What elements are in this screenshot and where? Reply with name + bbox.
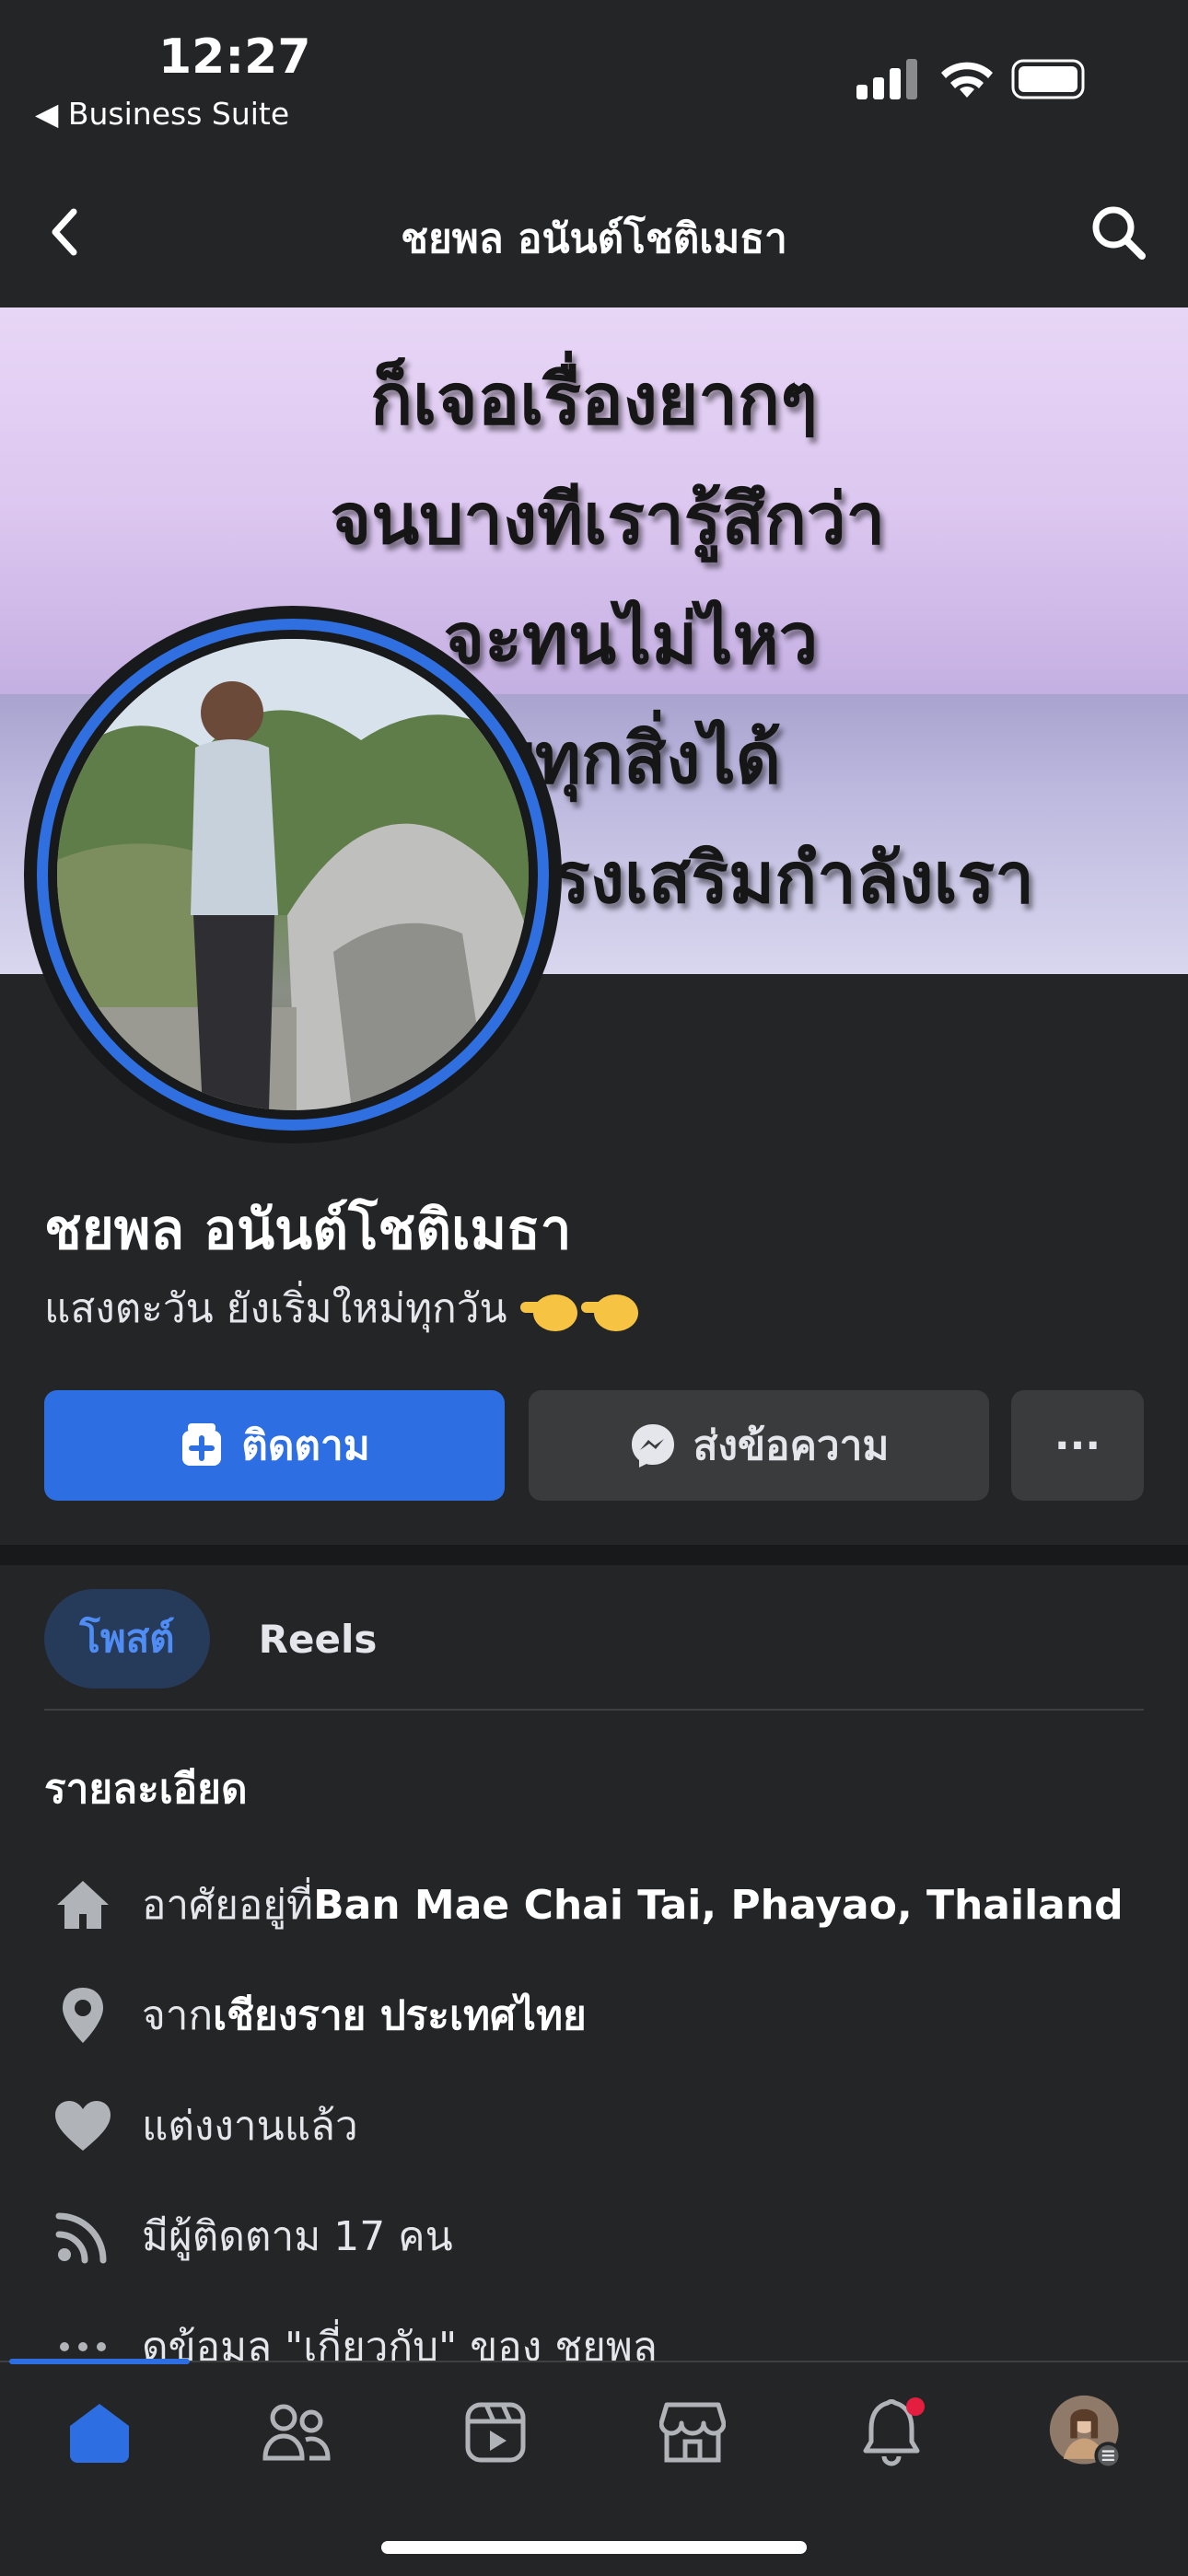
search-icon[interactable] xyxy=(1089,203,1147,261)
profile-name: ชยพล อนันต์โชติเมธา xyxy=(44,1198,572,1262)
details-heading: รายละเอียด xyxy=(44,1766,248,1813)
system-icons xyxy=(856,57,1087,107)
wifi-icon xyxy=(941,62,993,98)
notifications-bell-icon[interactable] xyxy=(853,2394,930,2471)
profile-menu-avatar[interactable] xyxy=(1048,2394,1125,2471)
detail-lives-in-prefix: อาศัยอยู่ที่ xyxy=(142,1882,314,1929)
heart-icon xyxy=(44,2094,122,2158)
detail-from[interactable]: จาก เชียงราย ประเทศไทย xyxy=(44,1983,587,2048)
video-tab-icon[interactable] xyxy=(457,2394,534,2471)
detail-followers-value: มีผู้ติดตาม 17 คน xyxy=(142,2213,453,2260)
detail-from-value: เชียงราย ประเทศไทย xyxy=(213,1992,587,2039)
messenger-icon xyxy=(631,1424,674,1468)
message-button[interactable]: ส่งข้อความ xyxy=(529,1390,989,1501)
cover-text-line: ก็เจอเรื่องยากๆ xyxy=(370,358,818,440)
detail-from-prefix: จาก xyxy=(142,1992,214,2039)
tabs-divider xyxy=(44,1709,1144,1711)
home-icon xyxy=(44,1873,122,1937)
tab-posts[interactable]: โพสต์ xyxy=(44,1589,210,1688)
message-label: ส่งข้อความ xyxy=(693,1422,890,1469)
cellular-signal-icon xyxy=(856,59,917,99)
cover-text-line: จนบางทีเรารู้สึกว่า xyxy=(330,478,886,560)
location-pin-icon xyxy=(44,1983,122,2048)
section-divider xyxy=(0,1545,1188,1565)
battery-icon xyxy=(1011,59,1085,99)
active-tab-indicator xyxy=(9,2359,190,2364)
more-dots-icon: ··· xyxy=(1054,1421,1101,1469)
profile-avatar[interactable] xyxy=(24,606,562,1143)
back-to-business-suite[interactable]: ◀ Business Suite xyxy=(35,96,289,132)
page-title: ชยพล อนันต์โชติเมธา xyxy=(401,215,787,262)
rss-icon xyxy=(44,2204,122,2269)
detail-followers[interactable]: มีผู้ติดตาม 17 คน xyxy=(44,2204,453,2269)
tab-reels[interactable]: Reels xyxy=(239,1589,396,1688)
bio-text: แสงตะวัน ยังเริ่มใหม่ทุกวัน xyxy=(44,1285,507,1332)
friends-tab-icon[interactable] xyxy=(258,2394,335,2471)
detail-relationship-value: แต่งงานแล้ว xyxy=(142,2103,358,2150)
follow-button[interactable]: ติดตาม xyxy=(44,1390,505,1501)
more-options-button[interactable]: ··· xyxy=(1011,1390,1144,1501)
marketplace-tab-icon[interactable] xyxy=(654,2394,731,2471)
pointing-hand-emoji-icon xyxy=(519,1285,642,1332)
detail-lives-in[interactable]: อาศัยอยู่ที่ Ban Mae Chai Tai, Phayao, T… xyxy=(44,1873,1124,1937)
status-bar: 12:27 ◀ Business Suite xyxy=(0,0,1188,157)
home-indicator xyxy=(381,2541,807,2554)
story-ring xyxy=(37,619,549,1131)
home-tab-icon[interactable] xyxy=(61,2394,138,2471)
navigation-bar: ชยพล อนันต์โชติเมธา xyxy=(0,157,1188,307)
detail-relationship[interactable]: แต่งงานแล้ว xyxy=(44,2094,358,2158)
follow-icon xyxy=(182,1423,222,1466)
detail-lives-in-value: Ban Mae Chai Tai, Phayao, Thailand xyxy=(313,1881,1124,1929)
profile-photo xyxy=(57,639,529,1110)
status-time: 12:27 xyxy=(158,29,311,85)
follow-label: ติดตาม xyxy=(241,1422,370,1469)
profile-bio: แสงตะวัน ยังเริ่มใหม่ทุกวัน xyxy=(44,1276,642,1340)
